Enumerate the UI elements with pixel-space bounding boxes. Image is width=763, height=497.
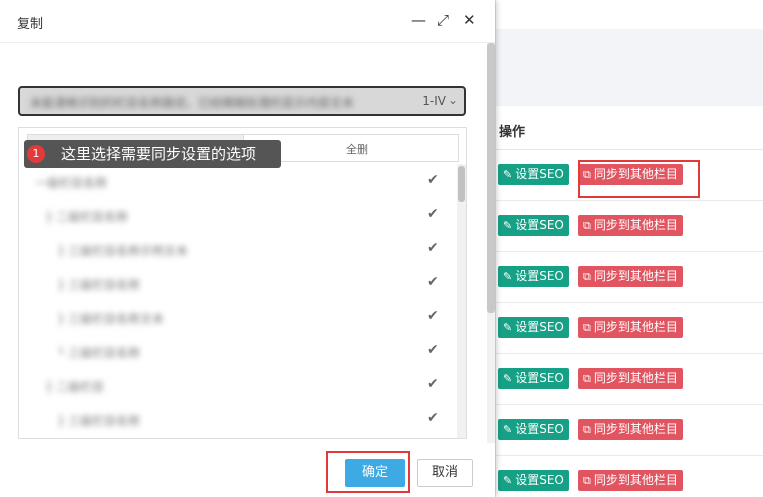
check-icon: ✔ (427, 308, 439, 324)
sync-to-other-columns-button[interactable]: ⧉ 同步到其他栏目 (578, 266, 683, 287)
set-seo-button[interactable]: ✎ 设置SEO (498, 419, 569, 440)
edit-icon: ✎ (503, 474, 513, 487)
table-row: ✎ 设置SEO ⧉ 同步到其他栏目 (496, 354, 763, 405)
copy-icon: ⧉ (583, 321, 591, 334)
chevron-down-icon: ⌄ (447, 93, 458, 107)
highlight-box (326, 451, 410, 493)
set-seo-button[interactable]: ✎ 设置SEO (498, 215, 569, 236)
list-item[interactable]: └ 三级栏目名称 ✔ (19, 341, 459, 361)
set-seo-button[interactable]: ✎ 设置SEO (498, 368, 569, 389)
copy-icon: ⧉ (583, 270, 591, 283)
maximize-icon[interactable]: ⤢ (437, 11, 449, 29)
list-item[interactable]: ├ 三级栏目名称示例文本 ✔ (19, 239, 459, 259)
table-row: ✎ 设置SEO ⧉ 同步到其他栏目 (496, 252, 763, 303)
list-item[interactable]: 一级栏目名称 ✔ (19, 171, 459, 191)
dialog-scrollbar-thumb[interactable] (487, 43, 495, 313)
option-list: 全删 一级栏目名称 ✔ ├ 二级栏目名称 ✔ ├ 三级栏目名称示例文本 ✔ ├ … (18, 127, 467, 439)
sync-to-other-columns-button[interactable]: ⧉ 同步到其他栏目 (578, 215, 683, 236)
toolbar-band (496, 29, 763, 106)
operations-column-header: 操作 (499, 125, 526, 140)
select-value-tail: 1-IV (422, 94, 446, 108)
list-scrollbar-thumb[interactable] (458, 166, 465, 202)
check-icon: ✔ (427, 172, 439, 188)
set-seo-button[interactable]: ✎ 设置SEO (498, 470, 569, 491)
check-icon: ✔ (427, 342, 439, 358)
sync-to-other-columns-button[interactable]: ⧉ 同步到其他栏目 (578, 368, 683, 389)
set-seo-button[interactable]: ✎ 设置SEO (498, 317, 569, 338)
table-row: ✎ 设置SEO ⧉ 同步到其他栏目 (496, 456, 763, 497)
set-seo-button[interactable]: ✎ 设置SEO (498, 266, 569, 287)
list-item[interactable]: ├ 二级栏目名称 ✔ (19, 205, 459, 225)
list-item[interactable]: ├ 三级栏目名称 ✔ (19, 409, 459, 429)
check-icon: ✔ (427, 206, 439, 222)
table-row: ✎ 设置SEO ⧉ 同步到其他栏目 (496, 201, 763, 252)
close-icon[interactable]: ✕ (463, 11, 476, 29)
check-icon: ✔ (427, 410, 439, 426)
list-scrollbar[interactable] (457, 164, 466, 438)
minimize-icon[interactable]: — (411, 11, 426, 29)
edit-icon: ✎ (503, 423, 513, 436)
check-icon: ✔ (427, 240, 439, 256)
dialog-footer: 确定 取消 (0, 443, 495, 497)
target-column-select[interactable]: 未能清晰识别的栏目名称路径，已经模糊处理的显示内容文本 1-IV ⌄ (18, 86, 466, 116)
copy-icon: ⧉ (583, 372, 591, 385)
sync-to-other-columns-button[interactable]: ⧉ 同步到其他栏目 (578, 419, 683, 440)
dialog-scrollbar[interactable] (487, 43, 495, 443)
edit-icon: ✎ (503, 372, 513, 385)
edit-icon: ✎ (503, 321, 513, 334)
check-icon: ✔ (427, 376, 439, 392)
sync-to-other-columns-button[interactable]: ⧉ 同步到其他栏目 (578, 470, 683, 491)
select-value: 未能清晰识别的栏目名称路径，已经模糊处理的显示内容文本 (30, 96, 355, 110)
delete-all-button[interactable]: 全删 (346, 141, 368, 157)
sync-to-other-columns-button[interactable]: ⧉ 同步到其他栏目 (578, 317, 683, 338)
list-item[interactable]: ├ 三级栏目名称 ✔ (19, 273, 459, 293)
dialog-title-bar: 复制 — ⤢ ✕ (0, 0, 495, 43)
table-header: 操作 (496, 106, 763, 150)
copy-icon: ⧉ (583, 219, 591, 232)
edit-icon: ✎ (503, 219, 513, 232)
hint-tooltip: 1 这里选择需要同步设置的选项 (24, 140, 281, 168)
highlight-box (578, 160, 700, 198)
copy-dialog: 复制 — ⤢ ✕ 未能清晰识别的栏目名称路径，已经模糊处理的显示内容文本 1-I… (0, 0, 495, 497)
copy-icon: ⧉ (583, 423, 591, 436)
edit-icon: ✎ (503, 270, 513, 283)
background-table: 操作 ✎ 设置SEO ⧉ 同步到其他栏目 ✎ 设置SEO ⧉ 同步到其他栏目 ✎ 设置SE… (495, 0, 763, 497)
set-seo-button[interactable]: ✎ 设置SEO (498, 164, 569, 185)
edit-icon: ✎ (503, 168, 513, 181)
check-icon: ✔ (427, 274, 439, 290)
cancel-button[interactable]: 取消 (417, 459, 473, 487)
copy-icon: ⧉ (583, 474, 591, 487)
step-number-badge: 1 (27, 145, 45, 163)
hint-text: 这里选择需要同步设置的选项 (61, 145, 257, 163)
screen: 操作 ✎ 设置SEO ⧉ 同步到其他栏目 ✎ 设置SEO ⧉ 同步到其他栏目 ✎ 设置SE… (0, 0, 763, 497)
list-item[interactable]: ├ 三级栏目名称文本 ✔ (19, 307, 459, 327)
list-item[interactable]: ├ 二级栏目 ✔ (19, 375, 459, 395)
dialog-title: 复制 (17, 17, 44, 32)
table-row: ✎ 设置SEO ⧉ 同步到其他栏目 (496, 303, 763, 354)
table-row: ✎ 设置SEO ⧉ 同步到其他栏目 (496, 405, 763, 456)
